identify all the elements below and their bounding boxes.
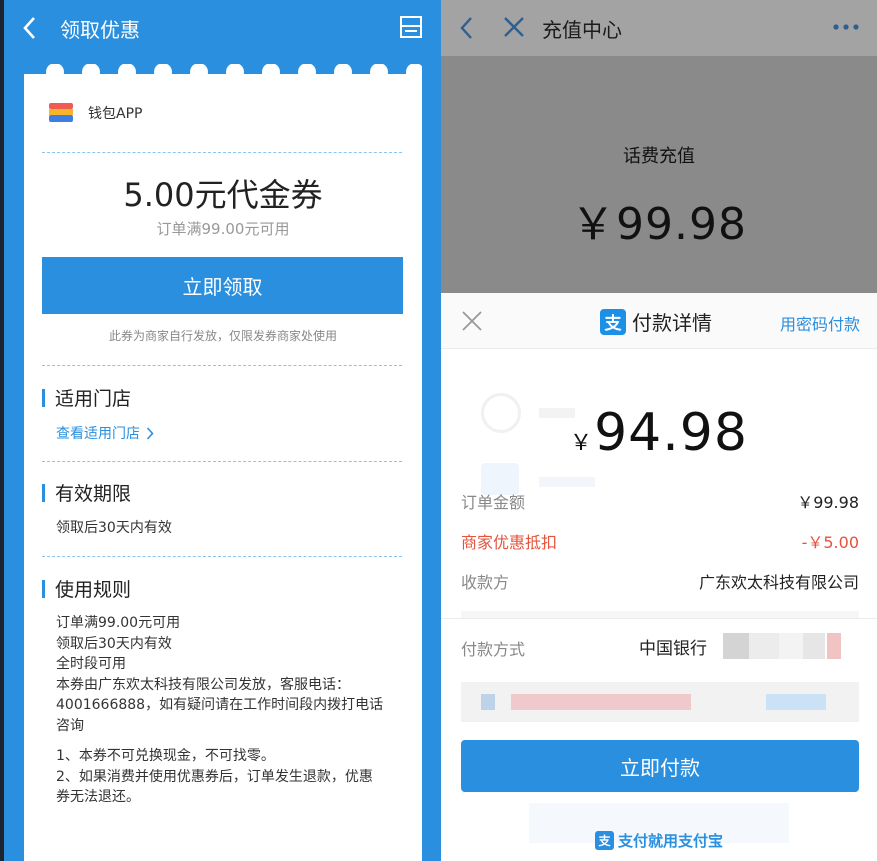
pay-now-button[interactable]: 立即付款 [461, 740, 859, 792]
rule-line: 领取后30天内有效 [56, 635, 172, 652]
rule-line: 4001666888，如有疑问请在工作时间段内拨打电话 [56, 697, 384, 713]
section-marker [42, 579, 45, 598]
term-line: 1、本券不可兑换现金，不可找零。 [56, 748, 275, 764]
recharge-price: ￥99.98 [571, 199, 747, 250]
row-value: ￥99.98 [797, 493, 859, 512]
payment-method-value: 中国银行 [639, 639, 707, 659]
rule-line: 咨询 [56, 717, 84, 734]
back-button[interactable] [4, 0, 60, 56]
coupon-title: 5.00元代金券 [123, 176, 323, 214]
menu-card-icon[interactable] [399, 15, 423, 39]
row-value: -￥5.00 [801, 533, 859, 552]
window-edge [0, 0, 4, 861]
redacted-info-strip [461, 682, 859, 722]
page-title: 领取优惠 [60, 17, 140, 42]
rule-line: 本券由广东欢太科技有限公司发放，客服电话： [56, 676, 350, 693]
payment-sheet: 支 付款详情 用密码付款 ￥94.98 订单金额 ￥99.98 商家优惠抵扣 -… [441, 293, 877, 861]
validity-heading-text: 有效期限 [55, 483, 132, 505]
sheet-title-text: 付款详情 [632, 311, 712, 335]
term-line: 2、如果消费并使用优惠券后，订单发生退款，优惠 [56, 768, 373, 785]
divider [42, 365, 402, 366]
merchant-info: 钱包APP [48, 102, 142, 124]
alipay-icon: 支 [594, 831, 614, 850]
more-icon[interactable] [833, 24, 859, 30]
chevron-left-icon [23, 17, 35, 39]
rule-gap [56, 736, 406, 746]
payment-method-label: 付款方式 [461, 640, 526, 659]
coupon-note: 此券为商家自行发放，仅限发券商家处使用 [108, 329, 337, 343]
close-icon[interactable] [503, 16, 525, 38]
rule-line: 订单满99.00元可用 [56, 615, 181, 631]
payee-row: 收款方 广东欢太科技有限公司 [461, 569, 859, 593]
divider [42, 461, 402, 462]
rules-body: 订单满99.00元可用 领取后30天内有效 全时段可用 本券由广东欢太科技有限公… [56, 613, 406, 808]
payment-panel: 充值中心 话费充值 ￥99.98 支 付款详情 用密码付款 ￥94.98 订单金… [441, 0, 877, 861]
discount-row: 商家优惠抵扣 -￥5.00 [461, 529, 859, 553]
ghost-overlay [539, 477, 595, 487]
stores-heading-text: 适用门店 [55, 388, 132, 410]
rules-heading: 使用规则 [42, 575, 131, 602]
alipay-icon: 支 [600, 308, 626, 335]
rule-line: 全时段可用 [56, 656, 126, 672]
row-value: 广东欢太科技有限公司 [698, 573, 859, 592]
password-pay-link[interactable]: 用密码付款 [780, 311, 860, 335]
section-marker [42, 483, 45, 502]
recharge-title: 充值中心 [542, 18, 622, 42]
section-marker [42, 388, 45, 407]
chevron-right-icon [146, 426, 154, 440]
coupon-condition: 订单满99.00元可用 [156, 220, 290, 238]
alipay-slogan-text: 支付就用支付宝 [617, 832, 723, 850]
view-stores-link[interactable]: 查看适用门店 [56, 423, 154, 443]
divider [42, 152, 402, 153]
row-label: 订单金额 [461, 493, 526, 512]
recharge-label: 话费充值 [623, 146, 695, 167]
coupon-header: 领取优惠 [4, 0, 441, 56]
row-label: 收款方 [461, 573, 510, 592]
amount-value: 94.98 [594, 403, 748, 463]
alipay-slogan: 支 支付就用支付宝 [441, 830, 877, 851]
payment-method-row[interactable]: 付款方式 中国银行 [441, 618, 877, 674]
pay-amount: ￥94.98 [441, 403, 877, 463]
chevron-left-icon[interactable] [459, 16, 473, 40]
sheet-title: 支 付款详情 [600, 307, 712, 336]
redacted-card-number [723, 633, 841, 659]
row-label: 商家优惠抵扣 [461, 533, 558, 552]
validity-text: 领取后30天内有效 [56, 520, 172, 536]
currency-symbol: ￥ [570, 431, 593, 456]
order-amount-row: 订单金额 ￥99.98 [461, 489, 859, 513]
stores-heading: 适用门店 [42, 384, 131, 411]
term-line: 券无法退还。 [56, 789, 140, 805]
claim-button[interactable]: 立即领取 [42, 257, 403, 314]
close-icon[interactable] [461, 310, 483, 332]
coupon-panel: 领取优惠 钱包APP 5.00元代金券 订单满99.00元可用 立即领取 此券为… [0, 0, 441, 861]
wallet-logo-icon [49, 103, 73, 122]
rules-heading-text: 使用规则 [55, 579, 132, 601]
merchant-name: 钱包APP [88, 106, 143, 122]
validity-heading: 有效期限 [42, 479, 131, 506]
divider [42, 556, 402, 557]
view-stores-text: 查看适用门店 [56, 426, 140, 442]
